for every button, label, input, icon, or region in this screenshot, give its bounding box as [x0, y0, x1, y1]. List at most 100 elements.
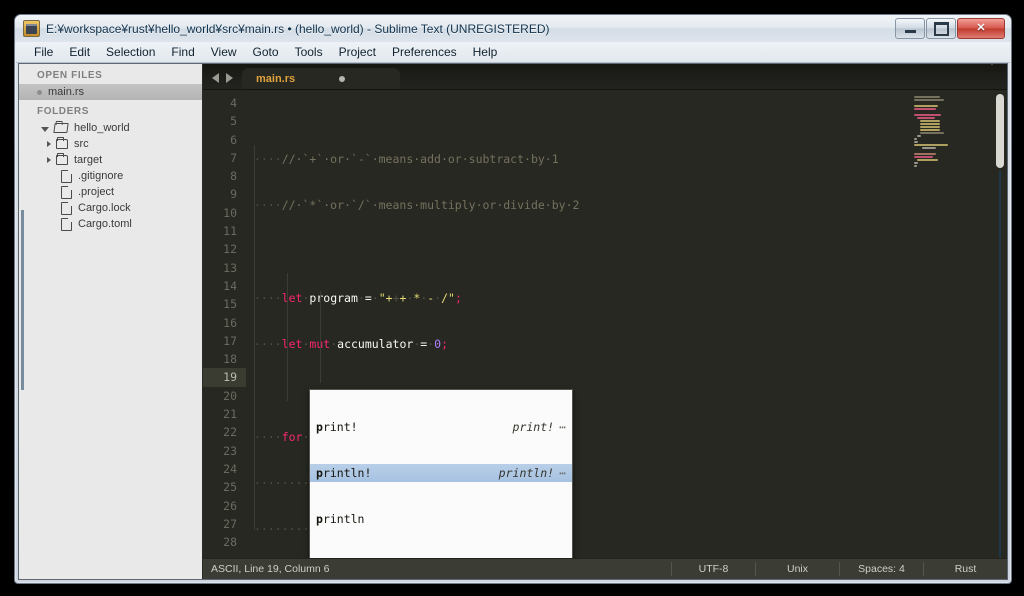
- line-number: 6: [230, 132, 237, 147]
- tree-item-gitignore[interactable]: .gitignore: [19, 168, 202, 184]
- line-number: 23: [223, 443, 237, 458]
- status-line-ending[interactable]: Unix: [755, 562, 839, 576]
- minimap[interactable]: [908, 90, 993, 558]
- line-number: 10: [223, 205, 237, 220]
- open-file-label: main.rs: [48, 86, 85, 98]
- tree-item-label: target: [74, 154, 103, 166]
- line-number: 12: [223, 242, 237, 257]
- tree-item-src[interactable]: src: [19, 136, 202, 152]
- client-area: OPEN FILES main.rs FOLDERS hello_world s…: [18, 63, 1008, 580]
- status-encoding[interactable]: UTF-8: [671, 562, 755, 576]
- tree-item-project[interactable]: .project: [19, 184, 202, 200]
- autocomplete-popup[interactable]: print! print! ⋯ println! println! ⋯ prin…: [309, 389, 573, 558]
- menu-goto[interactable]: Goto: [245, 43, 287, 61]
- window-controls: ✕: [894, 18, 1007, 39]
- line-number: 13: [223, 260, 237, 275]
- menu-view[interactable]: View: [203, 43, 245, 61]
- file-icon: [61, 217, 72, 231]
- menu-find[interactable]: Find: [163, 43, 202, 61]
- code-line-7: ····let·program·=·"+++·*·-·/";: [254, 290, 462, 305]
- dirty-dot-icon: [37, 89, 42, 95]
- tree-item-cargo-toml[interactable]: Cargo.toml: [19, 216, 202, 232]
- sublime-text-window: E:¥workspace¥rust¥hello_world¥src¥main.r…: [14, 14, 1012, 584]
- arrow-right-icon[interactable]: [226, 73, 233, 83]
- status-indentation[interactable]: Spaces: 4: [839, 562, 923, 576]
- tree-item-target[interactable]: target: [19, 152, 202, 168]
- chevron-right-icon[interactable]: [47, 157, 51, 163]
- autocomplete-rest: rintln: [322, 512, 365, 526]
- close-icon: ✕: [976, 22, 986, 34]
- tree-item-hello-world[interactable]: hello_world: [19, 120, 202, 136]
- minimize-button[interactable]: [895, 18, 925, 39]
- autocomplete-item-print[interactable]: print! print! ⋯: [310, 418, 572, 436]
- folders-header: FOLDERS: [37, 106, 89, 117]
- line-number: 27: [223, 516, 237, 531]
- tree-item-label: Cargo.lock: [78, 202, 131, 214]
- autocomplete-item-println-macro[interactable]: println! println! ⋯: [310, 464, 572, 482]
- menu-preferences[interactable]: Preferences: [384, 43, 465, 61]
- autocomplete-prefix: p: [316, 512, 323, 526]
- menu-file[interactable]: File: [26, 43, 61, 61]
- menu-tools[interactable]: Tools: [287, 43, 331, 61]
- scrollbar-thumb[interactable]: [996, 94, 1004, 168]
- main-row: OPEN FILES main.rs FOLDERS hello_world s…: [19, 64, 1007, 579]
- open-file-main-rs[interactable]: main.rs: [19, 84, 202, 100]
- tree-item-label: hello_world: [74, 122, 130, 134]
- line-number: 25: [223, 480, 237, 495]
- folder-icon: [56, 153, 68, 165]
- status-syntax[interactable]: Rust: [923, 562, 1007, 576]
- folder-open-icon: [53, 123, 69, 133]
- menu-help[interactable]: Help: [465, 43, 506, 61]
- line-number: 26: [223, 498, 237, 513]
- tree-item-label: src: [74, 138, 89, 150]
- sidebar-scrollbar[interactable]: [21, 210, 24, 390]
- tree-item-label: .project: [78, 186, 115, 198]
- folder-icon: [56, 137, 68, 149]
- code-line-5: ····//·`*`·or·`/`·means·multiply·or·divi…: [254, 198, 580, 213]
- tree-item-cargo-lock[interactable]: Cargo.lock: [19, 200, 202, 216]
- window-title: E:¥workspace¥rust¥hello_world¥src¥main.r…: [46, 21, 550, 36]
- autocomplete-rest: rint!: [322, 420, 358, 434]
- maximize-icon: [933, 21, 949, 36]
- file-icon: [61, 185, 72, 199]
- chevron-down-icon[interactable]: [41, 126, 49, 132]
- chevron-right-icon[interactable]: [47, 141, 51, 147]
- menu-edit[interactable]: Edit: [61, 43, 98, 61]
- code-line-4: ····//·`+`·or·`-`·means·add·or·subtract·…: [254, 152, 559, 166]
- arrow-left-icon[interactable]: [212, 73, 219, 83]
- file-icon: [61, 169, 72, 183]
- code-content[interactable]: ····//·`+`·or·`-`·means·add·or·subtract·…: [246, 90, 908, 558]
- autocomplete-item-program[interactable]: program: [310, 556, 572, 558]
- editor-area[interactable]: 4 5 6 7 8 9 10 11 12 13 14 15 16 17 18 1…: [203, 90, 1007, 558]
- line-number: 9: [230, 187, 237, 202]
- line-number: 22: [223, 425, 237, 440]
- maximize-button[interactable]: [926, 18, 956, 39]
- minimize-icon: [904, 30, 916, 33]
- tab-overflow-menu[interactable]: [987, 64, 1007, 89]
- editor-column: main.rs 4 5 6 7 8 9 10 11 12 13 14 15 16…: [203, 64, 1007, 579]
- editor-scrollbar[interactable]: [993, 90, 1007, 558]
- autocomplete-hint: print!: [512, 420, 555, 434]
- line-number-current: 19: [203, 368, 246, 387]
- autocomplete-item-println[interactable]: println: [310, 510, 572, 528]
- tab-dirty-icon[interactable]: [339, 75, 346, 82]
- autocomplete-prefix: p: [316, 420, 323, 434]
- desktop-background: E:¥workspace¥rust¥hello_world¥src¥main.r…: [0, 0, 1024, 596]
- sublime-text-icon: [23, 20, 40, 37]
- close-button[interactable]: ✕: [957, 18, 1005, 39]
- autocomplete-ellipsis: ⋯: [559, 420, 566, 434]
- scrollbar-track[interactable]: [999, 170, 1001, 558]
- menu-project[interactable]: Project: [331, 43, 384, 61]
- line-number: 7: [230, 150, 237, 165]
- line-number: 28: [223, 535, 237, 550]
- line-number: 18: [223, 352, 237, 367]
- line-number: 4: [230, 96, 237, 110]
- tree-item-label: .gitignore: [78, 170, 124, 182]
- tab-main-rs[interactable]: main.rs: [242, 68, 400, 89]
- tab-bar: main.rs: [203, 64, 1007, 90]
- title-bar[interactable]: E:¥workspace¥rust¥hello_world¥src¥main.r…: [15, 15, 1011, 42]
- line-number: 15: [223, 297, 237, 312]
- sidebar: OPEN FILES main.rs FOLDERS hello_world s…: [19, 64, 203, 579]
- menu-selection[interactable]: Selection: [98, 43, 163, 61]
- line-number: 8: [230, 169, 237, 184]
